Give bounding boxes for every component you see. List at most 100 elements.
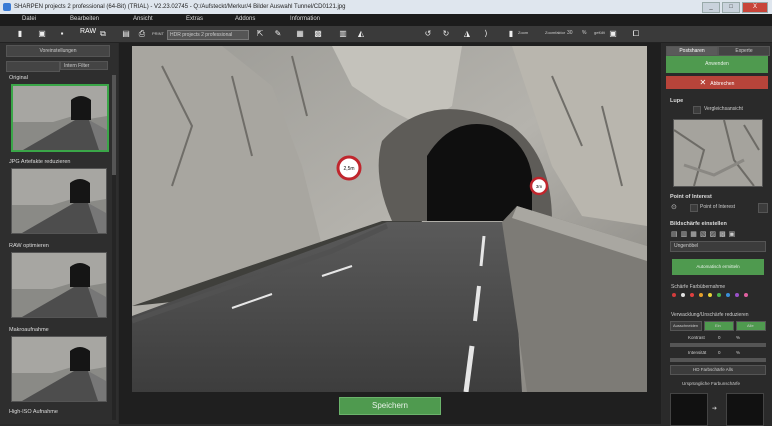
preset-label-makro: Makroaufnahme [9, 327, 49, 333]
preset-label-original: Original [9, 75, 28, 81]
color-white-dot[interactable] [681, 293, 685, 297]
preset-label-raw: RAW optimieren [9, 243, 49, 249]
color-red2-dot[interactable] [690, 293, 694, 297]
preset-thumbnail-jpg[interactable] [11, 168, 107, 234]
intensitaet-value[interactable]: 0 [718, 350, 721, 355]
poi-checkbox[interactable] [690, 204, 698, 212]
height-sign-label: 2,5m [343, 166, 354, 172]
zoom-icon[interactable]: ▮ [505, 28, 517, 40]
arrow-right-icon: ➔ [712, 406, 718, 412]
color-green-dot[interactable] [717, 293, 721, 297]
intensitaet-unit: % [736, 350, 741, 355]
noise-on-button[interactable]: Ein [704, 321, 734, 331]
kontrast-label: Kontrast [688, 335, 705, 340]
compare-icon[interactable]: ▦ [294, 28, 306, 40]
toolbar: ▮ ▣ ▪ RAW ⧉ ▤ ⎙ PRINT HDR projects 2 pro… [0, 26, 772, 43]
compare-label: Ursprüngliche Farbunschärfe [682, 381, 741, 386]
sharp-label: Bildschärfe einstellen [670, 221, 727, 227]
save-button[interactable]: Speichern [339, 397, 441, 415]
raw-button[interactable]: RAW [80, 28, 96, 35]
share-icon[interactable]: ✎ [272, 28, 284, 40]
cancel-label: Abbrechen [710, 81, 735, 87]
minimize-button[interactable]: _ [702, 2, 720, 13]
color-orange-dot[interactable] [699, 293, 703, 297]
width-sign-label: 3m [536, 184, 543, 189]
export-icon[interactable]: ⇱ [254, 28, 266, 40]
sharp-tools-icons[interactable]: ▤▥▦▧▨▩▣ [671, 230, 738, 238]
menu-ansicht[interactable]: Ansicht [133, 16, 153, 22]
close-button[interactable]: X [742, 2, 768, 13]
auto-detect-button[interactable]: Automatisch ermitteln [672, 259, 764, 275]
preset-thumbnail-raw[interactable] [11, 252, 107, 318]
sharp-select[interactable]: Ungenöbel [670, 241, 766, 252]
window-title: SHARPEN projects 2 professional (64-Bit)… [14, 4, 346, 10]
poi-option: Point of Interest [700, 204, 736, 210]
split-icon[interactable]: ▩ [312, 28, 324, 40]
apply-button[interactable]: Anwenden [666, 56, 768, 73]
lupe-option: Vergleichsansicht [704, 106, 743, 112]
apply-label: Anwenden [705, 61, 729, 67]
preset-label-highiso: High-ISO Aufnahme [9, 409, 58, 415]
preset-thumbnail-makro[interactable] [11, 336, 107, 402]
lupe-checkbox[interactable] [693, 106, 701, 114]
poi-settings-button[interactable] [758, 203, 768, 213]
tab-postsharen[interactable]: Postsharen [666, 46, 718, 56]
intensitaet-slider[interactable] [670, 358, 766, 362]
presets-scrollbar[interactable] [112, 75, 116, 420]
menu-bar: Datei Bearbeiten Ansicht Extras Addons I… [0, 14, 772, 26]
color-pink-dot[interactable] [744, 293, 748, 297]
fit-icon[interactable]: ▣ [607, 28, 619, 40]
preset-thumbnail-original[interactable] [11, 84, 109, 152]
kontrast-unit: % [736, 335, 741, 340]
histogram-icon[interactable]: ▥ [337, 28, 349, 40]
preset-search-input[interactable] [6, 61, 60, 72]
menu-extras[interactable]: Extras [186, 16, 203, 22]
batch-icon[interactable]: ⧉ [97, 28, 109, 40]
preset-filter-select[interactable]: Intern Filter [60, 61, 108, 70]
color-yellow-dot[interactable] [708, 293, 712, 297]
flip-icon[interactable]: ◮ [461, 28, 473, 40]
hd-button[interactable]: HD Farbschärfe Alls [670, 365, 766, 375]
color-red-dot[interactable] [672, 293, 676, 297]
main-photo[interactable]: 2,5m 3m [132, 46, 647, 392]
maximize-button[interactable]: □ [722, 2, 740, 13]
fullscreen-icon[interactable]: ⧠ [630, 28, 642, 40]
cancel-button[interactable]: ✕ Abbrechen [666, 76, 768, 89]
zoomfaktor-label: Zoomfaktor [545, 30, 566, 35]
cancel-icon: ✕ [699, 78, 707, 87]
menu-bearbeiten[interactable]: Bearbeiten [70, 16, 99, 22]
zoom-label: Zoom [518, 30, 529, 35]
menu-datei[interactable]: Datei [22, 16, 36, 22]
image-icon[interactable]: ▪ [56, 28, 68, 40]
save-file-icon[interactable]: ▤ [120, 28, 132, 40]
crop-icon[interactable]: ◭ [355, 28, 367, 40]
kontrast-slider[interactable] [670, 343, 766, 347]
presets-header[interactable]: Voreinstellungen [6, 45, 110, 57]
preset-label-jpg: JPG Artefakte reduzieren [9, 159, 71, 165]
kontrast-value[interactable]: 0 [718, 335, 721, 340]
print-label: PRINT [152, 31, 164, 36]
open-icon[interactable]: ▮ [14, 28, 26, 40]
rotate-right-icon[interactable]: ↻ [440, 28, 452, 40]
print-icon[interactable]: ⎙ [136, 28, 148, 40]
noise-all-button[interactable]: Alle [736, 321, 766, 331]
noise-label: Verwacklung/Unschärfe reduzieren [671, 312, 749, 318]
lupe-label: Lupe [670, 98, 684, 104]
color-purple-dot[interactable] [735, 293, 739, 297]
export-select[interactable]: HDR projects 2 professional [167, 30, 249, 40]
zoom-value[interactable]: 30 [567, 30, 573, 36]
menu-addons[interactable]: Addons [235, 16, 255, 22]
settings-panel: Postsharen Experte Anwenden ✕ Abbrechen L… [662, 43, 772, 426]
save-icon[interactable]: ▣ [36, 28, 48, 40]
before-preview [670, 393, 708, 426]
rotate-left-icon[interactable]: ↺ [422, 28, 434, 40]
tab-experte[interactable]: Experte [718, 46, 770, 56]
presets-panel: Voreinstellungen Intern Filter Original … [0, 43, 118, 424]
mirror-icon[interactable]: ⟩ [480, 28, 492, 40]
noise-cut-button[interactable]: Ausschneiden [670, 321, 702, 331]
zoom-unit: % [582, 30, 587, 36]
color-blue-dot[interactable] [726, 293, 730, 297]
after-preview [726, 393, 764, 426]
menu-information[interactable]: Information [290, 16, 320, 22]
target-icon[interactable]: ⊙ [671, 203, 677, 211]
